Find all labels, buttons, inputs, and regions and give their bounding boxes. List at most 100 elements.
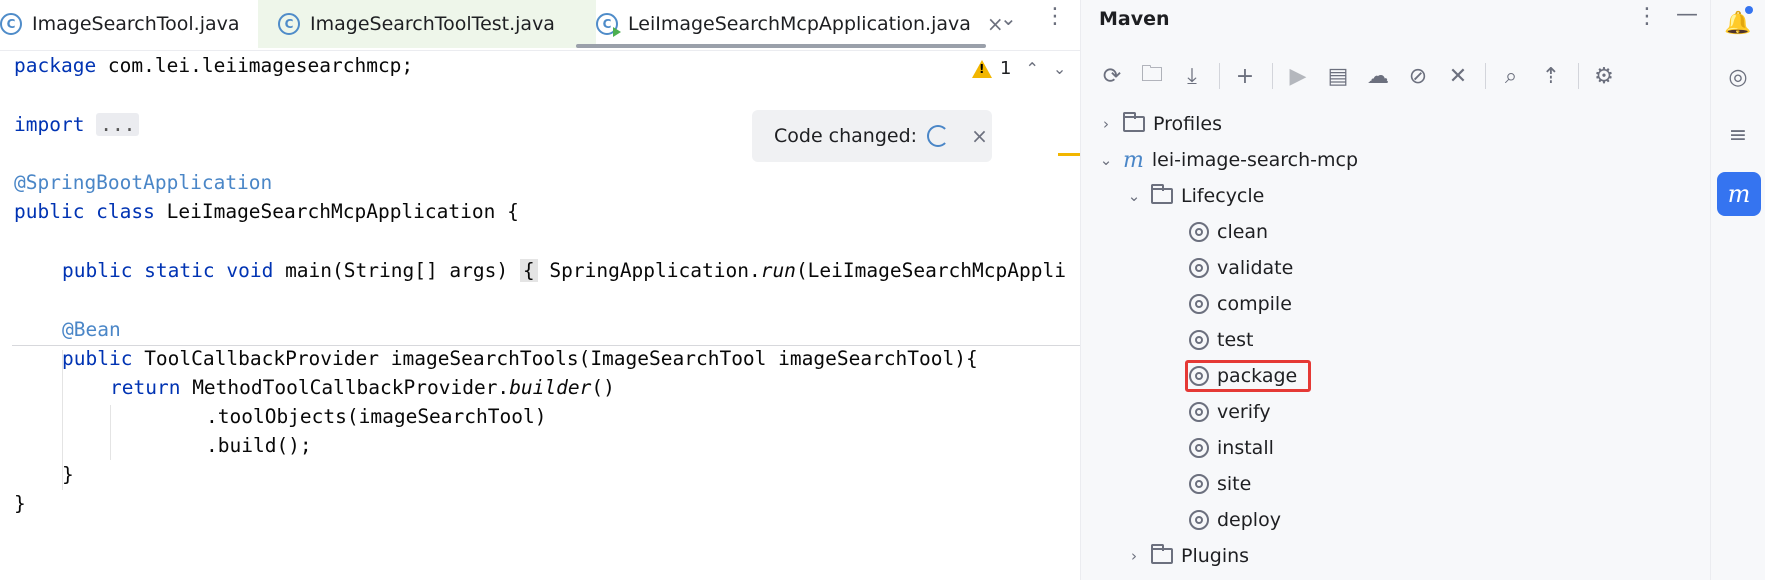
run-config-icon[interactable]: ▤ [1319, 58, 1357, 94]
indent-guide [110, 405, 111, 460]
lifecycle-phase-test[interactable]: test [1189, 324, 1254, 356]
gear-icon [1189, 474, 1209, 494]
tab-lei-image-search-mcp-application[interactable]: C LeiImageSearchMcpApplication.java × [576, 0, 1006, 48]
maven-tool-icon[interactable]: m [1717, 172, 1761, 216]
editor-tab-bar: C ImageSearchTool.java C ImageSearchTool… [0, 0, 1080, 51]
tree-item-plugins[interactable]: › Plugins [1125, 540, 1249, 572]
add-icon[interactable]: + [1226, 58, 1264, 94]
tree-item-label: lei-image-search-mcp [1151, 149, 1358, 171]
collapse-icon[interactable]: ✕ [1439, 58, 1477, 94]
phase-label: test [1217, 329, 1254, 351]
analyze-icon[interactable]: ⌕ [1492, 58, 1530, 94]
reload-folder-icon[interactable]: 🗀 [1133, 58, 1171, 94]
download-icon[interactable]: ⤓ [1173, 58, 1211, 94]
maven-toolbar: ⟳ 🗀 ⤓ + ▶ ▤ ☁ ⊘ ✕ ⌕ ⇡ ⚙ [1093, 58, 1625, 94]
indent-guide [62, 350, 63, 490]
previous-highlight-icon[interactable]: ⌃ [1025, 59, 1038, 78]
code-line-close-class[interactable]: } [14, 492, 26, 515]
package-highlight-box [1185, 360, 1311, 392]
ai-assistant-icon[interactable]: ◎ [1721, 60, 1755, 94]
code-line-method[interactable]: public ToolCallbackProvider imageSearchT… [62, 347, 978, 370]
show-dependencies-icon[interactable]: ⇡ [1532, 58, 1570, 94]
lifecycle-phase-verify[interactable]: verify [1189, 396, 1271, 428]
phase-label: validate [1217, 257, 1294, 279]
toolbar-separator [1219, 63, 1220, 89]
gear-icon [1189, 222, 1209, 242]
code-line-import[interactable]: import ... [14, 113, 140, 136]
code-line-bean[interactable]: @Bean [62, 318, 121, 341]
maven-project-icon: m [1123, 147, 1144, 173]
tree-item-project[interactable]: ⌄ m lei-image-search-mcp [1097, 144, 1358, 176]
next-highlight-icon[interactable]: ⌄ [1053, 59, 1066, 78]
right-tool-strip: 🔔 ◎ ≡ m [1710, 0, 1765, 580]
code-line-close-method[interactable]: } [62, 463, 74, 486]
offline-icon[interactable]: ☁ [1359, 58, 1397, 94]
lifecycle-folder-icon [1151, 184, 1173, 204]
chevron-right-icon[interactable]: › [1125, 547, 1143, 565]
settings-icon[interactable]: ⚙ [1585, 58, 1623, 94]
reload-icon[interactable]: ⟳ [1093, 58, 1131, 94]
notifications-icon[interactable]: 🔔 [1721, 6, 1755, 40]
java-test-class-icon: C [278, 13, 300, 35]
code-line-return[interactable]: return MethodToolCallbackProvider.builde… [110, 376, 615, 399]
lifecycle-phase-deploy[interactable]: deploy [1189, 504, 1281, 536]
toolbar-separator [1272, 63, 1273, 89]
tree-item-lifecycle[interactable]: ⌄ Lifecycle [1125, 180, 1264, 212]
gear-icon [1189, 510, 1209, 530]
lifecycle-phase-validate[interactable]: validate [1189, 252, 1293, 284]
more-menu-icon[interactable]: ⋮ [1044, 4, 1066, 29]
scrollbar-warning-marker[interactable] [1058, 153, 1080, 156]
phase-label: compile [1217, 293, 1292, 315]
tree-item-label: Plugins [1181, 545, 1250, 567]
reload-icon[interactable] [927, 125, 950, 147]
plugins-folder-icon [1151, 544, 1173, 564]
java-class-icon: C [0, 13, 22, 35]
lifecycle-phase-install[interactable]: install [1189, 432, 1274, 464]
active-tab-indicator [576, 44, 986, 48]
lifecycle-phase-site[interactable]: site [1189, 468, 1251, 500]
gear-icon [1189, 402, 1209, 422]
code-line-package[interactable]: package com.lei.leiimagesearchmcp; [14, 54, 413, 77]
tab-image-search-tool-test[interactable]: C ImageSearchToolTest.java [258, 0, 596, 48]
chevron-down-icon[interactable]: ⌄ [1097, 151, 1115, 169]
toolbar-separator [1578, 63, 1579, 89]
chevron-down-icon[interactable]: ⌄ [1000, 6, 1017, 30]
notification-dot [1745, 6, 1753, 14]
folded-imports[interactable]: ... [96, 113, 140, 136]
close-icon[interactable]: × [971, 124, 988, 148]
code-line-class[interactable]: public class LeiImageSearchMcpApplicatio… [14, 200, 519, 223]
tab-label: ImageSearchTool.java [32, 13, 240, 35]
editor-pane: C ImageSearchTool.java C ImageSearchTool… [0, 0, 1080, 580]
code-line-annotation[interactable]: @SpringBootApplication [14, 171, 272, 194]
tab-label: ImageSearchToolTest.java [310, 13, 555, 35]
database-icon[interactable]: ≡ [1721, 118, 1755, 152]
phase-label: deploy [1217, 509, 1281, 531]
skip-tests-icon[interactable]: ⊘ [1399, 58, 1437, 94]
phase-label: install [1217, 437, 1274, 459]
inspection-widget[interactable]: 1 ⌃ ⌄ [972, 58, 1066, 79]
tree-item-profiles[interactable]: › Profiles [1097, 108, 1222, 140]
tab-image-search-tool[interactable]: C ImageSearchTool.java [0, 0, 255, 48]
tree-item-label: Lifecycle [1181, 185, 1265, 207]
code-line-build[interactable]: .build(); [206, 434, 312, 457]
java-run-class-icon: C [596, 13, 621, 37]
code-changed-text: Code changed: [774, 125, 918, 147]
phase-label: site [1217, 473, 1252, 495]
gear-icon [1189, 258, 1209, 278]
chevron-right-icon[interactable]: › [1097, 115, 1115, 133]
lifecycle-phase-clean[interactable]: clean [1189, 216, 1268, 248]
code-changed-notification: Code changed: × [752, 110, 992, 162]
code-line-tool-objects[interactable]: .toolObjects(imageSearchTool) [206, 405, 546, 428]
warning-count: 1 [1000, 58, 1012, 79]
gear-icon [1189, 330, 1209, 350]
lifecycle-phase-compile[interactable]: compile [1189, 288, 1292, 320]
tab-label: LeiImageSearchMcpApplication.java [628, 13, 971, 35]
tree-item-label: Profiles [1153, 113, 1222, 135]
more-menu-icon[interactable]: ⋮ [1636, 4, 1658, 29]
chevron-down-icon[interactable]: ⌄ [1125, 187, 1143, 205]
gear-icon [1189, 438, 1209, 458]
maven-title: Maven [1099, 8, 1170, 30]
run-icon[interactable]: ▶ [1279, 58, 1317, 94]
code-line-main[interactable]: public static void main(String[] args) {… [62, 259, 1066, 282]
minimize-icon[interactable]: — [1676, 2, 1698, 27]
